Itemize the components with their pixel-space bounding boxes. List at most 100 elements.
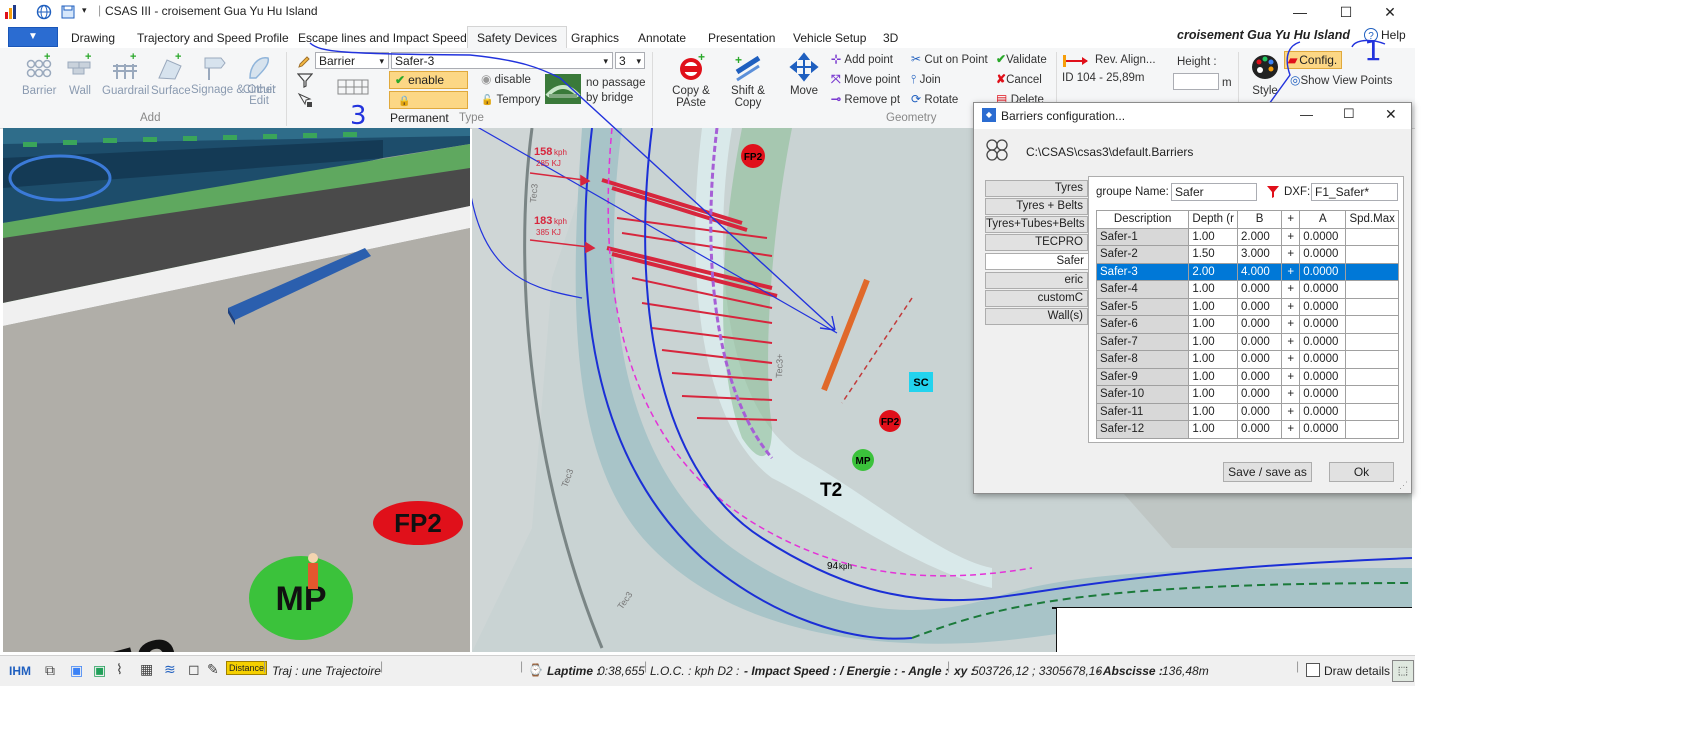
table-row[interactable]: Safer-11 1.00 0.000 +0.0000 <box>1095 402 1399 421</box>
cell-b[interactable]: 0.000 <box>1237 297 1283 316</box>
cell-depth[interactable]: 1.00 <box>1188 297 1239 316</box>
category-walls[interactable]: Wall(s) <box>985 308 1088 325</box>
col-plus[interactable]: + <box>1281 210 1301 229</box>
cell-depth[interactable]: 2.00 <box>1188 262 1239 281</box>
ihm-label[interactable]: IHM <box>9 664 31 678</box>
cell-b[interactable]: 4.000 <box>1237 262 1283 281</box>
cell-a[interactable]: 0.0000 <box>1299 297 1347 316</box>
cell-b[interactable]: 0.000 <box>1237 315 1283 334</box>
table-row[interactable]: Safer-2 1.50 3.000 +0.0000 <box>1095 245 1399 264</box>
cell-spd-max[interactable] <box>1345 227 1399 246</box>
cell-a[interactable]: 0.0000 <box>1299 262 1347 281</box>
table-row[interactable]: Safer-1 1.00 2.000 +0.0000 <box>1095 227 1399 246</box>
cell-description[interactable]: Safer-12 <box>1095 420 1190 439</box>
cell-depth[interactable]: 1.00 <box>1188 367 1239 386</box>
group-name-input[interactable]: Safer <box>1171 183 1257 201</box>
cell-plus[interactable]: + <box>1281 350 1301 369</box>
col-a[interactable]: A <box>1299 210 1347 229</box>
table-row[interactable]: Safer-4 1.00 0.000 +0.0000 <box>1095 280 1399 299</box>
cell-depth[interactable]: 1.00 <box>1188 280 1239 299</box>
grid-icon[interactable]: ▦ <box>140 661 153 678</box>
cell-depth[interactable]: 1.00 <box>1188 350 1239 369</box>
cell-b[interactable]: 2.000 <box>1237 227 1283 246</box>
cell-description[interactable]: Safer-11 <box>1095 402 1190 421</box>
cell-a[interactable]: 0.0000 <box>1299 227 1347 246</box>
cell-plus[interactable]: + <box>1281 402 1301 421</box>
ok-button[interactable]: Ok <box>1329 462 1394 482</box>
cell-spd-max[interactable] <box>1345 420 1399 439</box>
cell-depth[interactable]: 1.00 <box>1188 420 1239 439</box>
cube-icon[interactable]: ▣ <box>70 662 83 679</box>
cell-depth[interactable]: 1.00 <box>1188 332 1239 351</box>
table-row[interactable]: Safer-3 2.00 4.000 +0.0000 <box>1095 262 1399 281</box>
cell-description[interactable]: Safer-6 <box>1095 315 1190 334</box>
minimap-icon[interactable]: ⬚ <box>1392 660 1414 682</box>
cell-a[interactable]: 0.0000 <box>1299 332 1347 351</box>
cell-depth[interactable]: 1.00 <box>1188 402 1239 421</box>
cell-plus[interactable]: + <box>1281 420 1301 439</box>
cell-b[interactable]: 0.000 <box>1237 280 1283 299</box>
table-row[interactable]: Safer-5 1.00 0.000 +0.0000 <box>1095 297 1399 316</box>
cell-a[interactable]: 0.0000 <box>1299 402 1347 421</box>
cell-spd-max[interactable] <box>1345 350 1399 369</box>
category-tyres-belts[interactable]: Tyres + Belts <box>985 198 1088 215</box>
cell-a[interactable]: 0.0000 <box>1299 280 1347 299</box>
chart-icon[interactable]: ⌇ <box>116 661 123 678</box>
box-icon[interactable]: ▣ <box>93 662 106 679</box>
dxf-filter-icon[interactable] <box>1266 185 1280 199</box>
table-row[interactable]: Safer-10 1.00 0.000 +0.0000 <box>1095 385 1399 404</box>
table-row[interactable]: Safer-8 1.00 0.000 +0.0000 <box>1095 350 1399 369</box>
category-tyres[interactable]: Tyres <box>985 180 1088 197</box>
col-depth[interactable]: Depth (r <box>1188 210 1239 229</box>
category-tyres-tubes-belts[interactable]: Tyres+Tubes+Belts <box>985 216 1088 233</box>
cell-spd-max[interactable] <box>1345 297 1399 316</box>
cell-plus[interactable]: + <box>1281 280 1301 299</box>
distance-button[interactable]: Distance <box>226 661 268 675</box>
cell-plus[interactable]: + <box>1281 227 1301 246</box>
cell-description[interactable]: Safer-5 <box>1095 297 1190 316</box>
cell-a[interactable]: 0.0000 <box>1299 315 1347 334</box>
cell-description[interactable]: Safer-4 <box>1095 280 1190 299</box>
category-customc[interactable]: customC <box>985 290 1088 307</box>
cell-description[interactable]: Safer-7 <box>1095 332 1190 351</box>
table-row[interactable]: Safer-6 1.00 0.000 +0.0000 <box>1095 315 1399 334</box>
cell-a[interactable]: 0.0000 <box>1299 245 1347 264</box>
cell-spd-max[interactable] <box>1345 367 1399 386</box>
cell-a[interactable]: 0.0000 <box>1299 367 1347 386</box>
dialog-minimize-button[interactable]: — <box>1300 107 1313 122</box>
resize-grip-icon[interactable]: ⋰ <box>1399 480 1408 491</box>
col-b[interactable]: B <box>1237 210 1283 229</box>
dialog-maximize-button[interactable]: ☐ <box>1343 106 1355 122</box>
cell-plus[interactable]: + <box>1281 385 1301 404</box>
cell-b[interactable]: 0.000 <box>1237 350 1283 369</box>
dxf-input[interactable]: F1_Safer* <box>1311 183 1398 201</box>
save-as-button[interactable]: Save / save as <box>1223 462 1312 482</box>
cell-b[interactable]: 0.000 <box>1237 367 1283 386</box>
table-row[interactable]: Safer-9 1.00 0.000 +0.0000 <box>1095 367 1399 386</box>
category-eric[interactable]: eric <box>985 272 1088 289</box>
col-description[interactable]: Description <box>1095 210 1190 229</box>
cell-spd-max[interactable] <box>1345 385 1399 404</box>
cell-spd-max[interactable] <box>1345 315 1399 334</box>
cell-description[interactable]: Safer-10 <box>1095 385 1190 404</box>
pencil-ruler-icon[interactable]: ✎ <box>207 661 219 678</box>
cell-description[interactable]: Safer-1 <box>1095 227 1190 246</box>
cell-depth[interactable]: 1.00 <box>1188 227 1239 246</box>
cell-plus[interactable]: + <box>1281 297 1301 316</box>
cell-description[interactable]: Safer-3 <box>1095 262 1190 281</box>
cell-description[interactable]: Safer-2 <box>1095 245 1190 264</box>
table-row[interactable]: Safer-12 1.00 0.000 +0.0000 <box>1095 420 1399 439</box>
cell-plus[interactable]: + <box>1281 262 1301 281</box>
cell-b[interactable]: 0.000 <box>1237 332 1283 351</box>
draw-details-checkbox[interactable] <box>1306 663 1320 677</box>
cell-description[interactable]: Safer-8 <box>1095 350 1190 369</box>
col-spd-max[interactable]: Spd.Max <box>1345 210 1399 229</box>
cell-depth[interactable]: 1.00 <box>1188 315 1239 334</box>
cell-depth[interactable]: 1.50 <box>1188 245 1239 264</box>
cell-b[interactable]: 3.000 <box>1237 245 1283 264</box>
dialog-close-button[interactable]: ✕ <box>1385 106 1397 123</box>
cell-plus[interactable]: + <box>1281 367 1301 386</box>
cell-spd-max[interactable] <box>1345 280 1399 299</box>
cell-depth[interactable]: 1.00 <box>1188 385 1239 404</box>
category-tecpro[interactable]: TECPRO <box>985 234 1088 251</box>
